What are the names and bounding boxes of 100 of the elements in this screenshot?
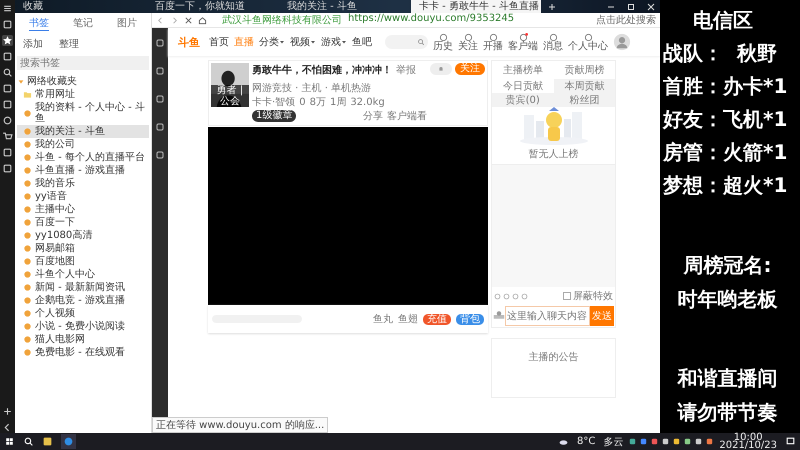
nav-link[interactable]: 首页 (209, 35, 229, 49)
maximize-icon[interactable] (626, 2, 636, 12)
web-search-field[interactable]: 点击此处搜索 (596, 13, 656, 27)
sidebar-icon[interactable] (155, 66, 165, 76)
bookmark-item[interactable]: yy1080高清 (17, 229, 149, 242)
overlay-text: 请勿带节奏 (676, 399, 778, 426)
nav-tool[interactable]: 客户端 (508, 32, 538, 52)
bookmark-item[interactable]: 百度地图 (17, 255, 149, 268)
star-icon[interactable] (2, 35, 13, 46)
bell-icon (437, 65, 445, 73)
cart-icon[interactable] (2, 131, 13, 142)
streamer-name[interactable]: 卡卡·智领 (252, 95, 296, 109)
clock[interactable]: 10:00 2021/10/23 (719, 434, 777, 450)
close-icon[interactable] (646, 2, 656, 12)
search-field[interactable]: 搜索书签 (17, 56, 149, 70)
circle-icon (488, 32, 498, 42)
notification-icon[interactable] (785, 436, 796, 447)
reminder-button[interactable] (430, 63, 452, 75)
ranking-tab[interactable]: 今日贡献 (492, 79, 554, 93)
sidebar-icon[interactable] (155, 94, 165, 104)
nav-tool[interactable]: 个人中心 (568, 32, 608, 52)
bookmark-item[interactable]: 猫人电影网 (17, 333, 149, 346)
overlay-text: 战队： 秋野 (663, 40, 778, 67)
bookmark-item[interactable]: 斗鱼直播 - 游戏直播 (17, 164, 149, 177)
browser-tab[interactable]: 卡卡 - 勇敢牛牛 - 斗鱼直播 (411, 0, 541, 13)
panel-tab[interactable]: 书签 (29, 16, 49, 31)
room-stat: 32.0kg (350, 96, 385, 108)
ranking-tab[interactable]: 粉丝团 (554, 93, 615, 107)
home-icon[interactable] (198, 16, 207, 24)
bookmark-item[interactable]: 常用网址 (17, 88, 149, 101)
checkbox-label: 屏蔽特效 (573, 290, 613, 303)
ranking-link[interactable]: 主播榜单 (502, 63, 543, 77)
avatar-icon[interactable] (613, 33, 631, 51)
ranking-link[interactable]: 贡献周榜 (564, 63, 604, 77)
bookmark-item[interactable]: 小说 - 免费小说阅读 (17, 320, 149, 333)
browser-tab[interactable]: 百度一下，你就知道 (147, 0, 277, 13)
category-path[interactable]: 网游竞技 · 主机 · 单机热游 (252, 81, 372, 95)
address-field[interactable]: 武汉斗鱼网络科技有限公司 https://www.douyu.com/9353245 (222, 13, 514, 27)
browser-tab[interactable]: 我的关注 - 斗鱼 (279, 0, 409, 13)
client-link[interactable]: 客户端看 (387, 109, 427, 123)
empty-message: 暂无人上榜 (528, 148, 578, 161)
site-search-field[interactable] (385, 35, 428, 49)
bookmark-item[interactable]: 斗鱼个人中心 (17, 268, 149, 281)
fan-badge[interactable]: 1级徽章 (252, 110, 296, 122)
share-link[interactable]: 分享 (363, 109, 383, 123)
nav-tool[interactable]: 历史 (433, 32, 453, 52)
bookmark-item[interactable]: 我的音乐 (17, 177, 149, 190)
room-stat: 1周 (330, 96, 346, 109)
folder-icon (23, 90, 32, 99)
app-icon[interactable] (42, 436, 53, 447)
ranking-tab[interactable]: 贵宾(0) (492, 93, 554, 107)
sidebar-icon[interactable] (155, 38, 165, 48)
ranking-tab[interactable]: 本周贡献 (554, 79, 615, 93)
nav-link[interactable]: 视频 (290, 35, 316, 49)
nav-tool[interactable]: 关注 (458, 32, 478, 52)
menu-icon[interactable] (2, 3, 13, 14)
nav-link[interactable]: 分类 (259, 35, 285, 49)
bookmark-item[interactable]: 主播中心 (17, 203, 149, 216)
square-icon[interactable] (2, 83, 13, 94)
sidebar-icon[interactable] (155, 122, 165, 132)
nav-link[interactable]: 鱼吧 (352, 35, 372, 49)
new-tab-icon[interactable] (547, 2, 557, 12)
overlay-text: 和谐直播间 (676, 365, 778, 392)
square-icon[interactable] (2, 163, 13, 174)
panel-tab[interactable]: 图片 (117, 16, 137, 31)
bookmark-item[interactable]: 我的关注 - 斗鱼 (17, 125, 149, 138)
bookmark-item[interactable]: 斗鱼 - 每个人的直播平台 (17, 151, 149, 164)
chat-input[interactable]: 这里输入聊天内容 (505, 306, 590, 326)
bookmark-item[interactable]: 免费电影 - 在线观看 (17, 346, 149, 359)
bookmark-item[interactable]: 我的公司 (17, 138, 149, 151)
bookmark-item[interactable]: yy语音 (17, 190, 149, 203)
search-icon[interactable] (23, 436, 34, 447)
browser-icon[interactable] (61, 434, 76, 449)
windows-icon[interactable] (4, 436, 15, 447)
avatar-caption: 勇者 | 公会 (211, 85, 249, 107)
bookmark-action[interactable]: 添加 (23, 37, 43, 51)
panel-tab[interactable]: 笔记 (73, 16, 93, 31)
square-icon[interactable] (2, 51, 13, 62)
checkbox[interactable] (563, 292, 571, 300)
bookmark-item[interactable]: 新闻 - 最新新闻资讯 (17, 281, 149, 294)
nav-link[interactable]: 游戏 (321, 35, 347, 49)
browser-tab[interactable]: 收藏 (15, 0, 145, 13)
bookmark-item[interactable]: 企鹅电竞 - 游戏直播 (17, 294, 149, 307)
report-link[interactable]: 举报 (396, 63, 416, 77)
square-icon[interactable] (2, 19, 13, 30)
plus-icon[interactable] (2, 406, 13, 417)
bookmark-item[interactable]: 我的资料 - 个人中心 - 斗鱼 (17, 101, 149, 125)
bookmark-item[interactable]: 网易邮箱 (17, 242, 149, 255)
globe-icon[interactable] (2, 115, 13, 126)
bookmark-item[interactable]: 个人视频 (17, 307, 149, 320)
nav-tool[interactable]: 开播 (483, 32, 503, 52)
stop-icon[interactable] (184, 16, 193, 24)
nav-tool[interactable]: 消息 (543, 32, 563, 52)
box-icon[interactable] (2, 147, 13, 158)
card-icon[interactable] (2, 99, 13, 110)
search-icon[interactable] (2, 67, 13, 78)
tree-root[interactable]: 网络收藏夹 (17, 75, 149, 88)
bookmark-action[interactable]: 整理 (59, 37, 79, 51)
sidebar-icon[interactable] (155, 150, 165, 160)
bookmark-item[interactable]: 百度一下 (17, 216, 149, 229)
